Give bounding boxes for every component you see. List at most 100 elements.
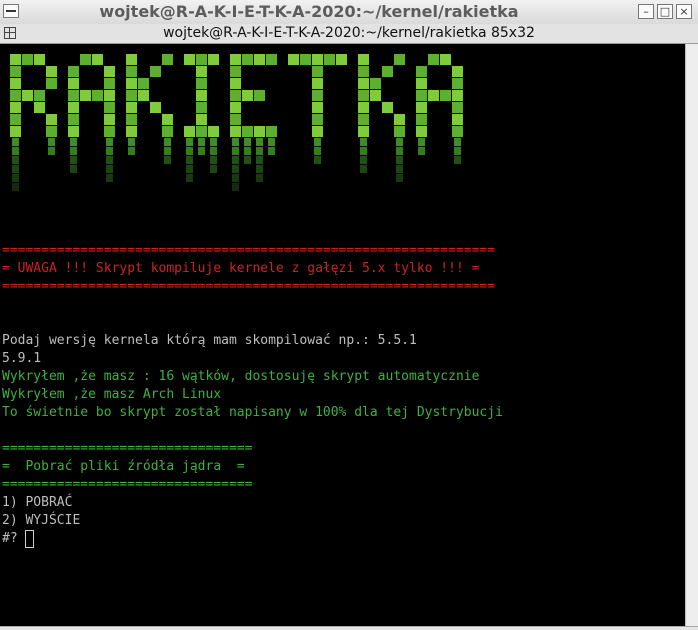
logo-drip: [232, 156, 239, 164]
logo-drip: [454, 138, 461, 146]
logo-block: [80, 90, 91, 101]
logo-drip: [396, 165, 403, 173]
menu-header-title: = Pobrać pliki źródła jądra =: [2, 459, 245, 474]
logo-block: [208, 126, 219, 137]
logo-block: [358, 66, 369, 77]
logo-block: [138, 78, 149, 89]
logo-drip: [106, 147, 113, 155]
window-title: wojtek@R-A-K-I-E-T-K-A-2020:~/kernel/rak…: [99, 2, 519, 21]
logo-drip: [186, 138, 193, 146]
logo-block: [92, 54, 103, 65]
logo-block: [312, 90, 323, 101]
logo-drip: [164, 138, 171, 146]
terminal-cursor[interactable]: [25, 530, 34, 548]
logo-block: [230, 54, 241, 65]
logo-drip: [268, 147, 275, 155]
logo-block: [230, 66, 241, 77]
logo-block: [266, 126, 277, 137]
logo-block: [358, 54, 369, 65]
logo-drip: [360, 165, 367, 173]
logo-drip: [210, 138, 217, 146]
logo-block: [196, 114, 207, 125]
logo-block: [394, 54, 405, 65]
logo-block: [126, 102, 137, 113]
title-bar[interactable]: wojtek@R-A-K-I-E-T-K-A-2020:~/kernel/rak…: [0, 0, 698, 25]
logo-block: [10, 78, 21, 89]
logo-block: [230, 90, 241, 101]
logo-block: [196, 66, 207, 77]
logo-block: [68, 102, 79, 113]
logo-block: [126, 90, 137, 101]
option-exit[interactable]: 2) WYJŚCIE: [2, 512, 80, 530]
logo-block: [416, 126, 427, 137]
logo-block: [312, 78, 323, 89]
logo-drip: [232, 138, 239, 146]
logo-block: [230, 78, 241, 89]
logo-drip: [232, 183, 239, 191]
logo-drip: [70, 165, 77, 173]
logo-block: [230, 114, 241, 125]
logo-drip: [418, 147, 425, 155]
logo-block: [358, 102, 369, 113]
logo-block: [242, 54, 253, 65]
logo-block: [312, 66, 323, 77]
logo-drip: [314, 147, 321, 155]
rakietka-ascii-logo: [10, 54, 463, 191]
menu-header-top: ================================: [2, 441, 253, 456]
logo-block: [10, 90, 21, 101]
logo-block: [324, 54, 335, 65]
logo-block: [104, 90, 115, 101]
logo-block: [126, 66, 137, 77]
logo-block: [46, 78, 57, 89]
logo-block: [416, 102, 427, 113]
logo-block: [22, 90, 33, 101]
logo-block: [416, 78, 427, 89]
option-download[interactable]: 1) POBRAĆ: [2, 494, 72, 512]
logo-block: [104, 66, 115, 77]
logo-block: [312, 114, 323, 125]
logo-drip: [454, 156, 461, 164]
logo-block: [452, 126, 463, 137]
logo-block: [416, 114, 427, 125]
logo-drip: [48, 138, 55, 146]
logo-block: [104, 114, 115, 125]
logo-drip: [232, 174, 239, 182]
logo-block: [336, 54, 347, 65]
logo-block: [68, 78, 79, 89]
logo-drip: [210, 156, 217, 164]
logo-block: [196, 54, 207, 65]
logo-block: [416, 66, 427, 77]
logo-block: [150, 66, 161, 77]
logo-block: [416, 90, 427, 101]
logo-drip: [314, 156, 321, 164]
banner-bottom-line: ========================================…: [2, 279, 496, 294]
logo-block: [126, 126, 137, 137]
logo-block: [34, 90, 45, 101]
logo-drip: [256, 138, 263, 146]
logo-drip: [12, 183, 19, 191]
maximize-button[interactable]: □: [657, 4, 673, 19]
logo-drip: [256, 147, 263, 155]
logo-drip: [244, 156, 251, 164]
logo-block: [452, 90, 463, 101]
minimize-button[interactable]: –: [638, 4, 654, 19]
logo-block: [80, 54, 91, 65]
logo-block: [440, 90, 451, 101]
logo-block: [370, 78, 381, 89]
logo-block: [22, 54, 33, 65]
logo-drip: [186, 174, 193, 182]
logo-block: [138, 90, 149, 101]
close-button[interactable]: ×: [676, 4, 692, 19]
logo-drip: [128, 147, 135, 155]
terminal-output[interactable]: ================================ ========…: [0, 44, 685, 626]
logo-block: [162, 114, 173, 125]
logo-block: [104, 78, 115, 89]
logo-block: [452, 66, 463, 77]
logo-block: [104, 126, 115, 137]
logo-block: [68, 126, 79, 137]
logo-block: [68, 66, 79, 77]
scrollbar[interactable]: [685, 44, 698, 626]
banner-top-line: ========================================…: [2, 243, 496, 258]
logo-drip: [232, 147, 239, 155]
logo-block: [358, 78, 369, 89]
